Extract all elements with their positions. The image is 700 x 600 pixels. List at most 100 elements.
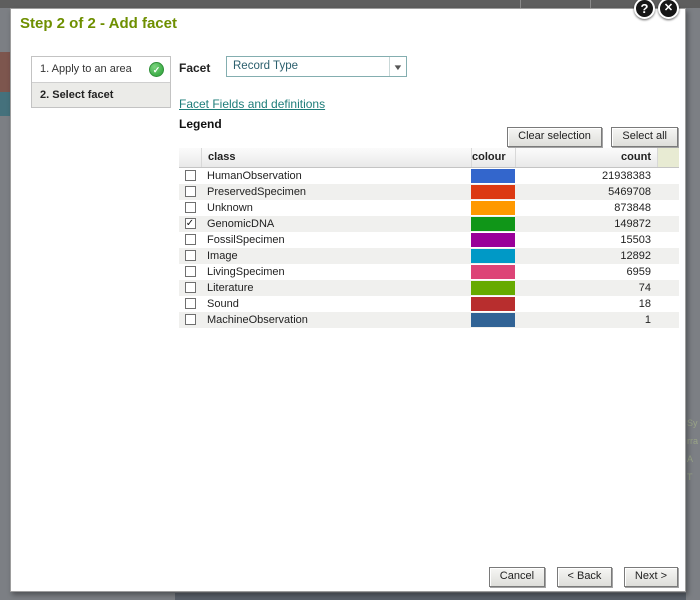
row-checkbox-cell — [179, 280, 201, 296]
count-header-accent-cell — [657, 148, 679, 167]
row-count-value: 5469708 — [515, 184, 657, 200]
row-count-value: 873848 — [515, 200, 657, 216]
selection-button-group: Clear selection Select all — [502, 126, 678, 147]
facet-dropdown-value: Record Type — [233, 57, 298, 76]
row-checkbox[interactable] — [185, 202, 196, 213]
wizard-step-label: 1. Apply to an area — [40, 63, 132, 75]
row-count-value: 1 — [515, 312, 657, 328]
row-checkbox-cell: ✓ — [179, 216, 201, 232]
row-checkbox[interactable] — [185, 234, 196, 245]
top-chrome-bar — [0, 0, 700, 8]
dimmed-map-label: rra — [687, 436, 700, 446]
row-colour-cell — [471, 248, 515, 264]
row-class-label: PreservedSpecimen — [201, 184, 471, 200]
row-colour-cell — [471, 280, 515, 296]
row-class-label: GenomicDNA — [201, 216, 471, 232]
cancel-button[interactable]: Cancel — [489, 567, 545, 587]
table-row: MachineObservation 1 — [179, 312, 679, 328]
table-row: HumanObservation 21938383 — [179, 168, 679, 184]
row-class-label: Unknown — [201, 200, 471, 216]
dimmed-map-label: A — [687, 454, 700, 464]
colour-swatch — [471, 169, 515, 183]
colour-swatch — [471, 281, 515, 295]
table-row: PreservedSpecimen 5469708 — [179, 184, 679, 200]
row-class-label: Literature — [201, 280, 471, 296]
row-checkbox-cell — [179, 264, 201, 280]
wizard-step-select-facet[interactable]: 2. Select facet — [32, 82, 170, 107]
row-colour-cell — [471, 264, 515, 280]
step-complete-check-icon: ✓ — [149, 62, 164, 77]
colour-column-header: colour — [471, 148, 515, 167]
chevron-down-icon[interactable]: ▼ — [389, 57, 406, 76]
colour-swatch — [471, 201, 515, 215]
row-checkbox[interactable]: ✓ — [185, 218, 196, 229]
row-class-label: Image — [201, 248, 471, 264]
row-colour-cell — [471, 232, 515, 248]
row-count-value: 74 — [515, 280, 657, 296]
dialog-title: Step 2 of 2 - Add facet — [20, 15, 177, 32]
clear-selection-button[interactable]: Clear selection — [507, 127, 602, 147]
colour-swatch — [471, 249, 515, 263]
colour-swatch — [471, 313, 515, 327]
table-row: Unknown 873848 — [179, 200, 679, 216]
row-checkbox[interactable] — [185, 298, 196, 309]
row-count-value: 21938383 — [515, 168, 657, 184]
row-checkbox-cell — [179, 312, 201, 328]
row-checkbox[interactable] — [185, 266, 196, 277]
add-facet-dialog: Step 2 of 2 - Add facet 1. Apply to an a… — [10, 8, 686, 592]
row-checkbox-cell — [179, 232, 201, 248]
colour-swatch — [471, 217, 515, 231]
legend-table-body: HumanObservation21938383PreservedSpecime… — [179, 168, 679, 328]
colour-swatch — [471, 185, 515, 199]
row-checkbox[interactable] — [185, 170, 196, 181]
facet-dropdown[interactable]: Record Type ▼ — [226, 56, 407, 77]
dimmed-map-patch — [0, 92, 10, 116]
colour-swatch — [471, 297, 515, 311]
row-checkbox[interactable] — [185, 282, 196, 293]
row-count-value: 15503 — [515, 232, 657, 248]
table-row: LivingSpecimen6959 — [179, 264, 679, 280]
wizard-steps: 1. Apply to an area ✓ 2. Select facet — [31, 56, 171, 108]
wizard-step-label: 2. Select facet — [40, 89, 113, 101]
row-checkbox-cell — [179, 200, 201, 216]
row-checkbox[interactable] — [185, 186, 196, 197]
next-button[interactable]: Next > — [624, 567, 678, 587]
table-row: Sound18 — [179, 296, 679, 312]
row-count-value: 12892 — [515, 248, 657, 264]
chrome-divider — [520, 0, 521, 8]
row-class-label: LivingSpecimen — [201, 264, 471, 280]
colour-swatch — [471, 265, 515, 279]
table-row: ✓ GenomicDNA 149872 — [179, 216, 679, 232]
dimmed-map-label: Sy — [687, 418, 700, 428]
row-checkbox[interactable] — [185, 250, 196, 261]
facet-fields-link[interactable]: Facet Fields and definitions — [179, 97, 325, 111]
row-colour-cell — [471, 312, 515, 328]
row-checkbox-cell — [179, 168, 201, 184]
back-button[interactable]: < Back — [557, 567, 613, 587]
dialog-drop-shadow — [175, 593, 686, 600]
table-row: Literature 74 — [179, 280, 679, 296]
row-checkbox-cell — [179, 296, 201, 312]
row-class-label: FossilSpecimen — [201, 232, 471, 248]
row-colour-cell — [471, 184, 515, 200]
row-class-label: MachineObservation — [201, 312, 471, 328]
row-colour-cell — [471, 200, 515, 216]
table-row: Image 12892 — [179, 248, 679, 264]
select-all-button[interactable]: Select all — [611, 127, 678, 147]
row-colour-cell — [471, 168, 515, 184]
row-checkbox[interactable] — [185, 314, 196, 325]
row-class-label: Sound — [201, 296, 471, 312]
row-colour-cell — [471, 216, 515, 232]
wizard-step-apply-to-area[interactable]: 1. Apply to an area ✓ — [32, 57, 170, 82]
row-checkbox-cell — [179, 248, 201, 264]
row-count-value: 149872 — [515, 216, 657, 232]
footer-button-group: Cancel < Back Next > — [482, 566, 678, 587]
checkbox-column-header — [179, 148, 201, 167]
row-colour-cell — [471, 296, 515, 312]
class-column-header: class — [201, 148, 471, 167]
row-class-label: HumanObservation — [201, 168, 471, 184]
facet-label: Facet — [179, 61, 210, 75]
dimmed-map-patch — [0, 52, 10, 92]
dimmed-map-label: T — [687, 472, 700, 482]
legend-heading: Legend — [179, 117, 222, 131]
